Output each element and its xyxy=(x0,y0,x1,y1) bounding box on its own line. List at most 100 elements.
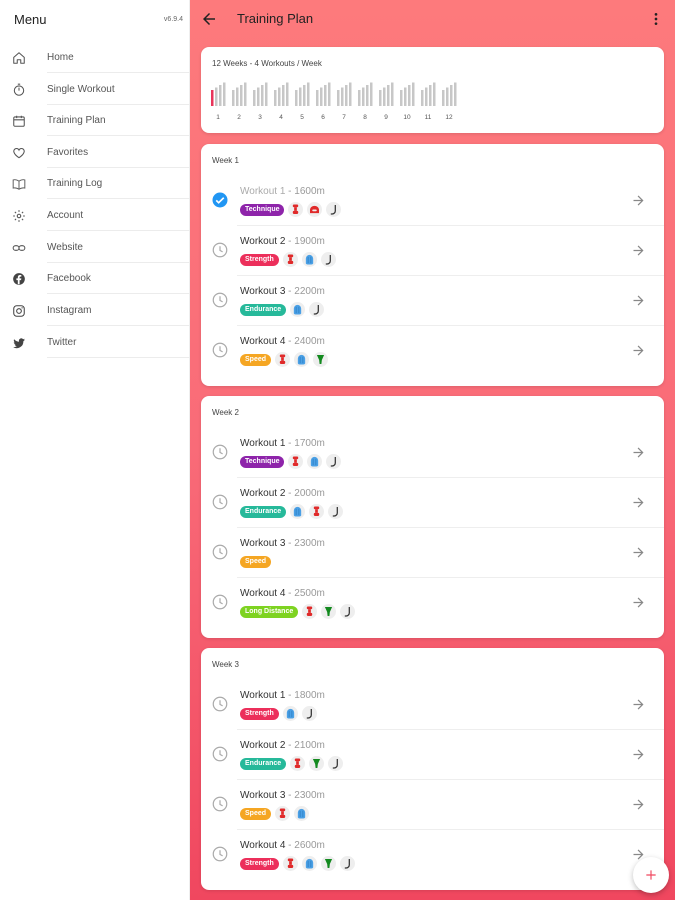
fins-icon xyxy=(320,856,336,871)
arrow-right-icon[interactable] xyxy=(631,697,646,712)
plan-overview-card: 12 Weeks - 4 Workouts / Week 1 2 3 4 5 6 7 8 9 10… xyxy=(201,47,664,133)
workout-bar xyxy=(450,85,453,106)
workout-bar xyxy=(265,82,268,106)
fins-icon xyxy=(321,604,337,619)
snorkel-icon xyxy=(328,756,344,771)
sidebar-item-website[interactable]: Website xyxy=(0,232,190,263)
check-circle-icon xyxy=(212,192,228,208)
sidebar-item-account[interactable]: Account xyxy=(0,200,190,231)
arrow-right-icon[interactable] xyxy=(631,595,646,610)
arrow-right-icon[interactable] xyxy=(631,545,646,560)
workout-title: Workout 3 - 2300m xyxy=(240,790,325,801)
workout-bar xyxy=(370,82,373,106)
workout-name: Workout 1 xyxy=(240,438,286,449)
workout-row[interactable]: Workout 4 - 2400m Speed xyxy=(201,326,664,376)
workout-name: Workout 4 xyxy=(240,336,286,347)
workout-bar xyxy=(362,87,365,106)
sidebar-item-home[interactable]: Home xyxy=(0,42,190,73)
workout-tags: Speed xyxy=(240,806,310,821)
arrow-right-icon[interactable] xyxy=(631,747,646,762)
workout-row[interactable]: Workout 2 - 2100m Endurance xyxy=(201,730,664,780)
workout-name: Workout 2 xyxy=(240,488,286,499)
add-button[interactable] xyxy=(633,857,669,893)
workout-bar xyxy=(320,87,323,106)
workout-row[interactable]: Workout 1 - 1700m Technique xyxy=(201,428,664,478)
workout-bar xyxy=(219,85,222,106)
page-title: Training Plan xyxy=(237,11,314,26)
workout-bar xyxy=(387,85,390,106)
workout-title: Workout 2 - 2000m xyxy=(240,488,325,499)
workout-bar xyxy=(391,82,394,106)
workout-row[interactable]: Workout 3 - 2200m Endurance xyxy=(201,276,664,326)
workout-tags: Strength xyxy=(240,706,317,721)
workout-title: Workout 3 - 2300m xyxy=(240,538,325,549)
arrow-right-icon[interactable] xyxy=(631,343,646,358)
arrow-right-icon[interactable] xyxy=(631,193,646,208)
workout-tags: Endurance xyxy=(240,504,344,519)
pull-buoy-icon xyxy=(302,604,318,619)
workout-row[interactable]: Workout 4 - 2500m Long Distance xyxy=(201,578,664,628)
workout-row[interactable]: Workout 3 - 2300m Speed xyxy=(201,780,664,830)
book-icon xyxy=(11,176,26,191)
more-vert-icon[interactable] xyxy=(648,10,664,28)
workout-type-badge: Technique xyxy=(240,203,285,216)
workout-distance: - 2500m xyxy=(285,588,325,599)
week-bar-group: 11 xyxy=(421,82,436,121)
paddles-icon xyxy=(307,454,323,469)
arrow-right-icon[interactable] xyxy=(631,243,646,258)
workout-name: Workout 4 xyxy=(240,588,286,599)
paddles-icon xyxy=(290,302,306,317)
workout-row[interactable]: Workout 1 - 1600m Technique xyxy=(201,176,664,226)
week-bar-group: 5 xyxy=(295,82,310,121)
week-number-label: 3 xyxy=(258,114,262,121)
sidebar-item-label: Single Workout xyxy=(47,84,115,95)
workout-distance: - 1700m xyxy=(285,438,325,449)
sidebar-item-label: Facebook xyxy=(47,273,91,284)
workout-bar xyxy=(337,90,340,106)
sidebar-item-favorites[interactable]: Favorites xyxy=(0,137,190,168)
workout-row[interactable]: Workout 2 - 1900m Strength xyxy=(201,226,664,276)
sidebar-item-facebook[interactable]: Facebook xyxy=(0,263,190,294)
sidebar-item-label: Twitter xyxy=(47,337,77,348)
heart-icon xyxy=(11,145,26,160)
workout-tags: Technique xyxy=(240,202,342,217)
sidebar-item-label: Training Plan xyxy=(47,115,106,126)
arrow-right-icon[interactable] xyxy=(631,293,646,308)
clock-icon xyxy=(212,846,228,862)
pull-buoy-icon xyxy=(309,504,325,519)
plan-overview-title: 12 Weeks - 4 Workouts / Week xyxy=(212,59,322,68)
sidebar-item-label: Training Log xyxy=(47,178,103,189)
instagram-icon xyxy=(11,303,26,318)
workout-row[interactable]: Workout 4 - 2600m Strength xyxy=(201,830,664,880)
workout-title: Workout 1 - 1600m xyxy=(240,186,325,197)
workout-tags: Speed xyxy=(240,554,272,569)
arrow-right-icon[interactable] xyxy=(631,445,646,460)
paddles-icon xyxy=(301,856,317,871)
workout-bar xyxy=(324,85,327,106)
workout-distance: - 2600m xyxy=(285,840,325,851)
kickboard-icon xyxy=(307,202,323,217)
sidebar-header: Menu v6.9.4 xyxy=(0,0,189,38)
workout-row[interactable]: Workout 3 - 2300m Speed xyxy=(201,528,664,578)
workout-row[interactable]: Workout 2 - 2000m Endurance xyxy=(201,478,664,528)
clock-icon xyxy=(212,746,228,762)
pull-buoy-icon xyxy=(275,352,291,367)
back-arrow-icon[interactable] xyxy=(200,10,218,28)
plus-icon xyxy=(646,870,656,880)
sidebar-item-instagram[interactable]: Instagram xyxy=(0,295,190,326)
sidebar-item-training-log[interactable]: Training Log xyxy=(0,168,190,199)
arrow-right-icon[interactable] xyxy=(631,495,646,510)
workout-tags: Technique xyxy=(240,454,342,469)
week-title: Week 3 xyxy=(212,660,239,669)
workout-distance: - 2300m xyxy=(285,538,325,549)
sidebar-item-single-workout[interactable]: Single Workout xyxy=(0,74,190,105)
workout-bar xyxy=(261,85,264,106)
sidebar-item-training-plan[interactable]: Training Plan xyxy=(0,105,190,136)
workout-row[interactable]: Workout 1 - 1800m Strength xyxy=(201,680,664,730)
workout-bar xyxy=(433,82,436,106)
arrow-right-icon[interactable] xyxy=(631,797,646,812)
sidebar-title: Menu xyxy=(14,11,47,27)
sidebar-item-twitter[interactable]: Twitter xyxy=(0,327,190,358)
main-panel: Training Plan 12 Weeks - 4 Workouts / We… xyxy=(190,0,675,900)
calendar-icon xyxy=(11,113,26,128)
